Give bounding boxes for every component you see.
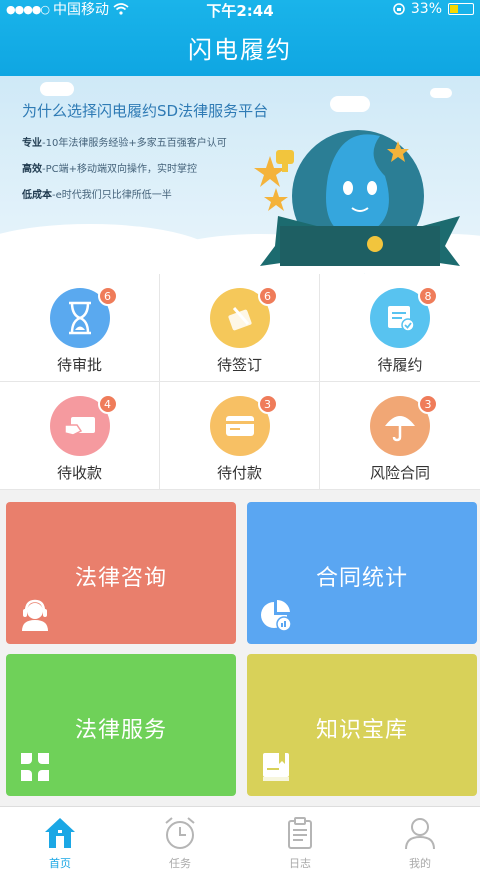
tile-label: 法律咨询 — [74, 566, 167, 591]
alarm-clock-icon — [165, 817, 195, 849]
pending-badge: 6 — [257, 286, 278, 306]
pending-approval[interactable]: 6 待审批 — [0, 274, 160, 382]
tab-label: 任务 — [169, 857, 191, 870]
pending-payable[interactable]: 3 待付款 — [160, 382, 320, 490]
pending-badge: 8 — [418, 286, 438, 306]
pending-label: 待履约 — [377, 356, 423, 374]
battery-icon — [448, 3, 474, 15]
pending-badge: 3 — [257, 394, 278, 414]
tile-label: 法律服务 — [74, 718, 167, 743]
pending-badge: 4 — [97, 394, 118, 414]
legal-service-tile[interactable]: 法律服务 — [6, 654, 236, 796]
tile-label: 知识宝库 — [315, 718, 408, 743]
pending-fulfillment[interactable]: 8 待履约 — [320, 274, 480, 382]
book-icon — [263, 753, 289, 781]
legal-consult-tile[interactable]: 法律咨询 — [6, 502, 236, 644]
status-bar: ●●●●○ 中国移动 下午2:44 33% — [0, 0, 480, 20]
tab-home[interactable]: 首页 — [0, 807, 120, 870]
pending-label: 待付款 — [216, 464, 262, 482]
tab-label: 我的 — [409, 857, 431, 870]
pending-badge: 6 — [97, 286, 118, 306]
tab-bar: 首页 任务 日志 我的 — [0, 806, 480, 870]
pending-signing[interactable]: 6 待签订 — [160, 274, 320, 382]
pending-badge: 3 — [418, 394, 438, 414]
banner-headline: 为什么选择闪电履约SD法律服务平台 — [22, 102, 269, 120]
pending-risk-contract[interactable]: 3 风险合同 — [320, 382, 480, 490]
tab-tasks[interactable]: 任务 — [120, 807, 240, 870]
knowledge-base-tile[interactable]: 知识宝库 — [247, 654, 477, 796]
pie-chart-icon — [261, 599, 292, 632]
user-icon — [405, 818, 435, 850]
home-icon — [45, 818, 75, 848]
pending-receivable[interactable]: 4 待收款 — [0, 382, 160, 490]
banner-line-3: 低成本-e时代我们只比律所低一半 — [22, 190, 172, 201]
banner-line-2: 高效-PC端+移动端双向操作，实时掌控 — [22, 164, 197, 175]
tab-log[interactable]: 日志 — [240, 807, 360, 870]
banner-line-1: 专业-10年法律服务经验+多家五百强客户认可 — [22, 138, 227, 149]
tab-label: 日志 — [289, 857, 311, 870]
tab-label: 首页 — [49, 857, 71, 870]
pending-label: 待审批 — [56, 356, 102, 374]
tile-label: 合同统计 — [315, 566, 408, 591]
status-time: 下午2:44 — [206, 2, 274, 20]
page-title: 闪电履约 — [188, 36, 292, 64]
top-bar: ●●●●○ 中国移动 下午2:44 33% 闪电履约 — [0, 0, 480, 76]
clover-icon — [21, 753, 49, 781]
clipboard-icon — [288, 817, 312, 849]
pending-label: 待收款 — [56, 464, 102, 482]
mascot-illustration — [254, 130, 460, 266]
promo-banner[interactable]: 为什么选择闪电履约SD法律服务平台 专业-10年法律服务经验+多家五百强客户认可… — [0, 76, 480, 274]
pending-grid: 6 待审批 6 待签订 8 待履约 4 待收款 3 待付款 3 风险合同 — [0, 274, 480, 490]
pending-label: 风险合同 — [369, 464, 430, 482]
pending-label: 待签订 — [216, 356, 262, 374]
headset-user-icon — [22, 599, 48, 631]
contract-stats-tile[interactable]: 合同统计 — [247, 502, 477, 644]
tab-mine[interactable]: 我的 — [360, 807, 480, 870]
